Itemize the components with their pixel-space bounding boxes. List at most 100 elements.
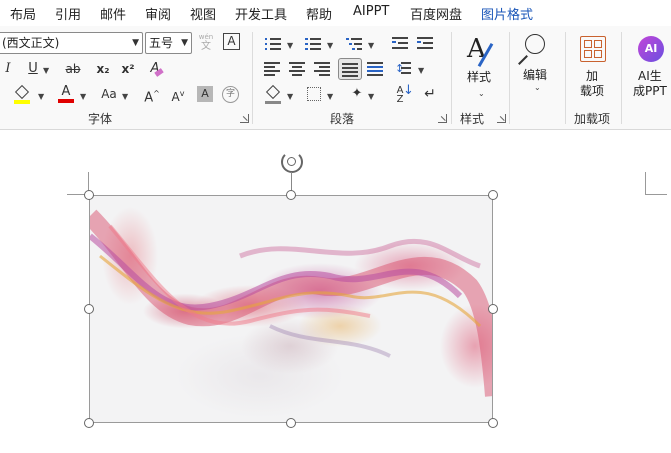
change-case-dropdown-icon[interactable]: ▼ xyxy=(122,92,128,101)
tab-review[interactable]: 审阅 xyxy=(145,4,171,23)
decrease-indent-button[interactable] xyxy=(390,34,410,54)
shading-button[interactable] xyxy=(263,84,283,104)
borders-button[interactable] xyxy=(304,84,324,104)
indent-icon xyxy=(417,37,433,51)
down-arrow-icon: ↓ xyxy=(403,83,414,98)
highlighter-icon xyxy=(14,84,30,100)
resize-handle-bottom[interactable] xyxy=(286,418,296,428)
highlight-dropdown-icon[interactable]: ▼ xyxy=(38,92,44,101)
bullets-dropdown-icon[interactable]: ▼ xyxy=(287,41,293,50)
superscript-button[interactable]: x² xyxy=(118,59,138,79)
resize-handle-right[interactable] xyxy=(488,304,498,314)
align-left-icon xyxy=(264,62,280,76)
font-color-button[interactable]: A xyxy=(56,82,76,103)
italic-button[interactable]: I xyxy=(0,59,18,79)
highlight-button[interactable] xyxy=(12,84,32,104)
italic-char: I xyxy=(5,61,11,76)
change-case-button[interactable]: Aa xyxy=(96,84,122,104)
tab-baidu-netdisk[interactable]: 百度网盘 xyxy=(410,4,462,23)
styles-button[interactable]: A 样式 ⌄ xyxy=(462,34,502,104)
bullet-list-icon xyxy=(265,37,281,51)
editing-button[interactable]: 编辑 ⌄ xyxy=(517,32,557,102)
font-color-dropdown-icon[interactable]: ▼ xyxy=(80,92,86,101)
selected-picture[interactable] xyxy=(89,195,493,423)
font-color-char: A xyxy=(61,84,71,99)
paragraph-dialog-launcher-icon[interactable] xyxy=(438,114,447,123)
subscript-button[interactable]: x₂ xyxy=(93,59,113,79)
align-right-button[interactable] xyxy=(312,59,332,79)
multilevel-list-icon xyxy=(346,37,362,51)
shrink-font-button[interactable]: Av xyxy=(168,84,188,104)
character-border-button[interactable]: A xyxy=(223,33,240,50)
resize-handle-bottom-right[interactable] xyxy=(488,418,498,428)
font-size-value: 五号 xyxy=(149,36,174,50)
resize-handle-bottom-left[interactable] xyxy=(84,418,94,428)
font-dialog-launcher-icon[interactable] xyxy=(240,114,249,123)
numbering-button[interactable] xyxy=(302,34,322,54)
underline-dropdown-icon[interactable]: ▼ xyxy=(43,66,49,75)
show-hide-marks-button[interactable]: ↵ xyxy=(420,84,440,104)
styles-dialog-launcher-icon[interactable] xyxy=(497,114,506,123)
tab-view[interactable]: 视图 xyxy=(190,4,216,23)
menu-tab-bar: 布局 引用 邮件 审阅 视图 开发工具 帮助 AIPPT 百度网盘 图片格式 xyxy=(0,0,671,26)
tab-mailings[interactable]: 邮件 xyxy=(100,4,126,23)
tab-aippt[interactable]: AIPPT xyxy=(353,4,389,19)
resize-handle-left[interactable] xyxy=(84,304,94,314)
group-separator xyxy=(621,32,622,124)
tab-references[interactable]: 引用 xyxy=(55,4,81,23)
grow-font-button[interactable]: A^ xyxy=(142,84,162,105)
subscript-char: x₂ xyxy=(96,62,110,76)
chinese-layout-dropdown-icon[interactable]: ▼ xyxy=(368,92,374,101)
strikethrough-button[interactable]: ab xyxy=(63,59,83,79)
tab-developer[interactable]: 开发工具 xyxy=(235,4,287,23)
align-left-button[interactable] xyxy=(262,59,282,79)
styles-group-label: 样式 xyxy=(460,112,485,126)
addins-button-label-1: 加 xyxy=(586,69,599,83)
line-spacing-button[interactable]: ↕ xyxy=(395,59,415,79)
phonetic-guide-button[interactable]: wén 文 xyxy=(196,32,216,52)
ai-icon-text: AI xyxy=(644,42,658,55)
group-separator xyxy=(509,32,510,124)
align-center-button[interactable] xyxy=(287,59,307,79)
distributed-button[interactable] xyxy=(365,59,385,79)
chevron-down-icon: ⌄ xyxy=(534,83,541,92)
line-spacing-dropdown-icon[interactable]: ▼ xyxy=(418,66,424,75)
enclose-characters-button[interactable]: 字 xyxy=(222,86,239,103)
tab-layout[interactable]: 布局 xyxy=(10,4,36,23)
group-separator xyxy=(252,32,253,124)
multilevel-dropdown-icon[interactable]: ▼ xyxy=(368,41,374,50)
tab-picture-format[interactable]: 图片格式 xyxy=(481,4,533,23)
rotate-handle-icon[interactable] xyxy=(281,151,303,173)
underline-char: U xyxy=(28,61,38,76)
bullets-button[interactable] xyxy=(262,34,282,54)
sort-button[interactable]: AZ ↓ xyxy=(390,84,414,105)
borders-dropdown-icon[interactable]: ▼ xyxy=(327,92,333,101)
page-margin-mark xyxy=(645,172,646,194)
shrink-font-char: A xyxy=(171,90,180,104)
clear-formatting-button[interactable]: A xyxy=(145,59,165,79)
character-shading-button[interactable]: A xyxy=(197,86,213,102)
highlight-color-bar xyxy=(14,100,30,104)
font-size-select[interactable]: 五号 ▼ xyxy=(145,32,192,54)
multilevel-list-button[interactable] xyxy=(343,34,363,54)
resize-handle-top[interactable] xyxy=(286,190,296,200)
character-shading-char: A xyxy=(201,87,209,100)
underline-button[interactable]: U xyxy=(23,59,43,79)
addins-button[interactable]: 加 载项 xyxy=(574,34,612,104)
chinese-layout-button[interactable]: ✦ xyxy=(347,84,367,104)
change-case-char: Aa xyxy=(101,87,117,101)
updown-arrow-icon: ↕ xyxy=(395,62,405,75)
font-name-select[interactable]: (西文正文) ▼ xyxy=(0,32,143,54)
justify-button[interactable] xyxy=(338,58,362,80)
tab-help[interactable]: 帮助 xyxy=(306,4,332,23)
numbering-dropdown-icon[interactable]: ▼ xyxy=(327,41,333,50)
group-separator xyxy=(565,32,566,124)
increase-indent-button[interactable] xyxy=(415,34,435,54)
font-color-bar xyxy=(58,99,74,103)
chinese-layout-icon: ✦ xyxy=(351,86,363,101)
numbered-list-icon xyxy=(305,37,321,51)
resize-handle-top-right[interactable] xyxy=(488,190,498,200)
ai-ppt-button[interactable]: AI AI生 成PPT xyxy=(630,34,671,104)
resize-handle-top-left[interactable] xyxy=(84,190,94,200)
shading-dropdown-icon[interactable]: ▼ xyxy=(287,92,293,101)
